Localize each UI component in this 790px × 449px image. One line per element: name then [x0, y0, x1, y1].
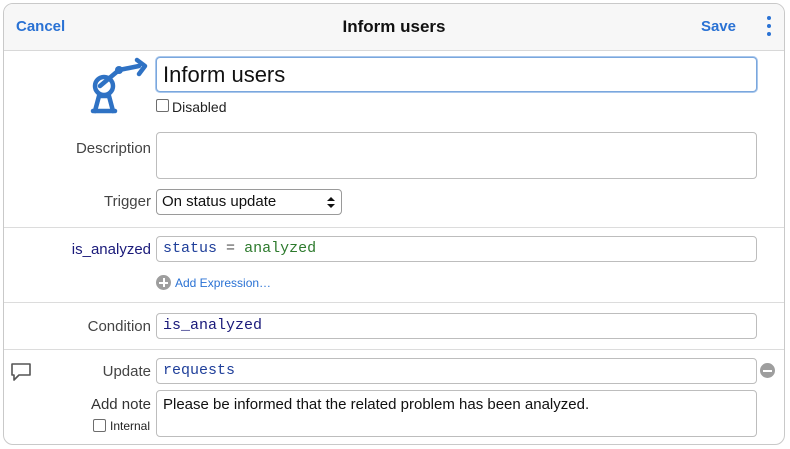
internal-checkbox[interactable]: [93, 419, 106, 432]
section-divider: [4, 227, 784, 228]
save-button[interactable]: Save: [701, 18, 736, 35]
add-circle-icon: [156, 275, 171, 290]
expression-operator: =: [226, 240, 236, 257]
add-note-label: Add note: [90, 396, 151, 413]
update-input[interactable]: requests: [156, 358, 757, 384]
trigger-select[interactable]: On status update: [156, 189, 342, 215]
expression-name-label: is_analyzed: [71, 241, 151, 258]
robot-arm-icon: [90, 57, 148, 114]
trigger-label: Trigger: [104, 193, 151, 210]
note-textarea[interactable]: Please be informed that the related prob…: [156, 390, 757, 437]
section-divider: [4, 349, 784, 350]
rule-name-input[interactable]: Inform users: [156, 57, 757, 92]
page-title: Inform users: [342, 17, 446, 36]
select-arrows-icon: [327, 197, 335, 208]
condition-input[interactable]: is_analyzed: [156, 313, 757, 339]
rule-editor-window: Cancel Inform users Save Inform users Di…: [3, 3, 785, 445]
disabled-checkbox[interactable]: [156, 99, 169, 112]
description-label: Description: [75, 140, 151, 157]
condition-label: Condition: [87, 318, 151, 335]
update-label: Update: [102, 363, 151, 380]
disabled-label: Disabled: [172, 99, 227, 115]
expression-lhs: status: [163, 240, 218, 257]
expression-input[interactable]: status = analyzed: [156, 236, 757, 262]
top-bar: Cancel Inform users Save: [4, 4, 784, 51]
more-vertical-icon[interactable]: [764, 16, 774, 40]
trigger-select-value: On status update: [162, 193, 277, 210]
remove-circle-icon[interactable]: [760, 363, 775, 378]
add-expression-label: Add Expression…: [175, 276, 272, 290]
section-divider: [4, 302, 784, 303]
description-textarea[interactable]: [156, 132, 757, 179]
expression-rhs: analyzed: [244, 240, 317, 257]
comment-icon[interactable]: [10, 362, 32, 382]
internal-label: Internal: [110, 419, 151, 433]
